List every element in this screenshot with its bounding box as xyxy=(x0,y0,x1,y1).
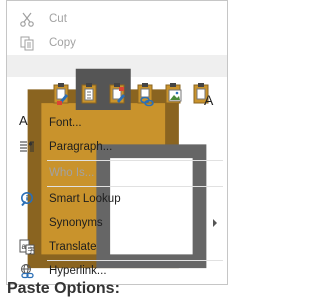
menu-item-cut[interactable]: Cut xyxy=(7,7,227,31)
paste-options-buttons: A xyxy=(47,81,227,111)
keep-source-formatting-icon xyxy=(53,83,69,105)
menu-item-hyperlink[interactable]: Hyperlink... xyxy=(7,259,227,283)
menu-item-paragraph[interactable]: Paragraph... xyxy=(7,135,227,159)
font-a-icon: A xyxy=(19,113,28,128)
menu-item-font[interactable]: A Font... xyxy=(7,111,227,135)
merge-formatting-icon xyxy=(81,83,97,104)
scissors-icon xyxy=(20,12,34,27)
translate-label: Translate xyxy=(49,241,97,253)
menu-item-smart-lookup[interactable]: Smart Lookup xyxy=(7,187,227,211)
synonyms-label: Synonyms xyxy=(49,217,103,229)
font-label: Font... xyxy=(49,117,82,129)
svg-text:字: 字 xyxy=(28,246,35,255)
paste-picture-icon xyxy=(165,83,182,104)
paragraph-label: Paragraph... xyxy=(49,141,113,153)
copy-icon xyxy=(20,36,34,51)
paste-merge-formatting-button[interactable] xyxy=(79,81,101,107)
copy-label: Copy xyxy=(49,37,76,49)
hyperlink-icon xyxy=(21,264,34,279)
svg-text:A: A xyxy=(204,92,214,107)
menu-item-copy[interactable]: Copy xyxy=(7,31,227,55)
context-menu: Cut Copy Paste Options: A A Font... Para… xyxy=(6,0,228,297)
smart-lookup-label: Smart Lookup xyxy=(49,193,121,205)
keep-text-only-icon: A xyxy=(193,83,214,108)
paste-options-header: Paste Options: xyxy=(7,55,227,297)
paste-destination-styles-button[interactable] xyxy=(107,81,129,107)
who-is-label: Who Is... xyxy=(49,167,95,179)
menu-item-who-is[interactable]: Who Is... xyxy=(7,161,227,185)
paste-picture-button[interactable] xyxy=(163,81,185,107)
paste-text-only-button[interactable]: A xyxy=(191,81,214,108)
search-icon xyxy=(21,192,33,207)
hyperlink-label: Hyperlink... xyxy=(49,265,107,277)
menu-item-synonyms[interactable]: Synonyms xyxy=(7,211,227,235)
menu-item-translate[interactable]: a 字 Translate xyxy=(7,235,227,259)
paste-keep-source-button[interactable] xyxy=(51,81,73,107)
use-destination-styles-icon xyxy=(109,83,125,104)
paste-link-button[interactable] xyxy=(135,81,157,107)
cut-label: Cut xyxy=(49,13,67,25)
link-keep-source-icon xyxy=(137,83,154,107)
submenu-arrow-icon xyxy=(213,219,217,227)
translate-icon: a 字 xyxy=(19,239,35,255)
paragraph-icon xyxy=(20,141,34,152)
